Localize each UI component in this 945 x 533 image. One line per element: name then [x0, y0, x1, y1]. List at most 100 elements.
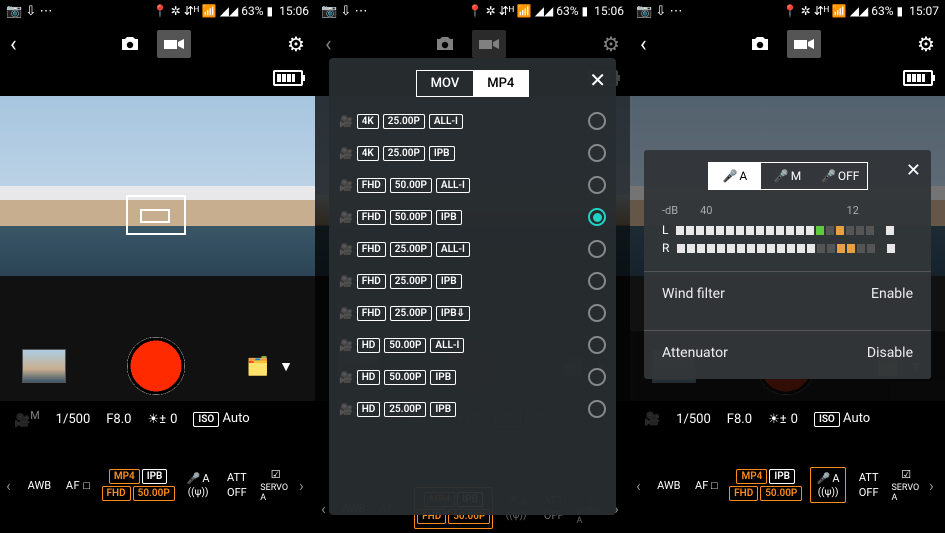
format-cell[interactable]: MP4IPB FHD50.00P — [729, 469, 802, 501]
audio-meter-right: R — [644, 239, 931, 257]
strip-right-arrow[interactable]: › — [929, 476, 939, 495]
settings-icon[interactable]: ⚙ — [602, 32, 620, 56]
format-option-row[interactable]: 🎥HD25.00PIPB — [335, 393, 610, 425]
aperture-value[interactable]: F8.0 — [727, 412, 752, 427]
shutter-speed[interactable]: 1/500 — [56, 412, 91, 427]
settings-icon[interactable]: ⚙ — [917, 32, 935, 56]
close-icon[interactable]: ✕ — [906, 160, 921, 181]
video-icon: 🎥 — [339, 339, 353, 352]
strip-left-arrow[interactable]: ‹ — [6, 476, 16, 495]
camera-battery-icon — [273, 70, 303, 86]
af-cell[interactable]: AF □ — [692, 479, 722, 492]
settings-icon[interactable]: ⚙ — [287, 32, 305, 56]
servo-af-cell[interactable]: ☑SERVO A — [891, 468, 921, 503]
video-icon: 🎥 — [339, 179, 353, 192]
format-res-pill: FHD — [357, 274, 386, 289]
photo-mode-button[interactable] — [428, 30, 462, 58]
af-cell[interactable]: AF □ — [63, 479, 94, 492]
format-radio[interactable] — [588, 208, 606, 226]
format-res-pill: HD — [357, 338, 381, 353]
status-right: 📍 ✲ ⇵ᴴ 📶 ◢◢ 63% ▮ 15:06 — [153, 4, 309, 18]
format-option-row[interactable]: 🎥FHD25.00PIPB — [335, 265, 610, 297]
back-icon[interactable]: ‹ — [325, 32, 332, 57]
format-option-row[interactable]: 🎥HD50.00PIPB — [335, 361, 610, 393]
format-cell[interactable]: MP4IPB FHD50.00P — [102, 469, 175, 501]
phone-panel-3: 📷 ⇩ ⋯ 📍 ✲ ⇵ᴴ 📶 ◢◢ 63% ▮ 15:07 ‹ ⚙ 🗂️▼ 🎥 … — [630, 0, 945, 533]
audio-mode-manual[interactable]: 🎤M — [761, 163, 814, 189]
format-option-row[interactable]: 🎥FHD25.00PALL-I — [335, 233, 610, 265]
iso-setting[interactable]: ISO Auto — [193, 411, 249, 427]
video-icon: 🎥 — [339, 211, 353, 224]
format-radio[interactable] — [588, 304, 606, 322]
photo-mode-button[interactable] — [113, 30, 147, 58]
camera-switch-group[interactable]: 🗂️ ▼ — [247, 356, 293, 377]
format-fps-pill: 25.00P — [390, 306, 432, 321]
back-icon[interactable]: ‹ — [10, 32, 17, 57]
format-option-row[interactable]: 🎥FHD50.00PIPB — [335, 201, 610, 233]
container-format-tabs: MOV MP4 — [416, 70, 530, 97]
servo-af-cell[interactable]: ☑ SERVO A — [260, 468, 291, 503]
format-option-row[interactable]: 🎥4K25.00PIPB — [335, 137, 610, 169]
audio-cell[interactable]: 🎤A ((ψ)) — [810, 467, 846, 503]
format-radio[interactable] — [588, 272, 606, 290]
camera-battery-icon — [903, 70, 933, 86]
format-res-pill: FHD — [357, 178, 386, 193]
attenuator-row[interactable]: Attenuator Disable — [644, 331, 931, 375]
wind-filter-row[interactable]: Wind filter Enable — [644, 272, 931, 316]
viewfinder[interactable] — [0, 96, 315, 276]
status-right-icons: 📍 ✲ ⇵ᴴ 📶 ◢◢ 63% ▮ — [153, 4, 273, 18]
tab-mp4[interactable]: MP4 — [473, 71, 528, 96]
format-radio[interactable] — [588, 144, 606, 162]
iso-setting[interactable]: ISO Auto — [814, 411, 870, 427]
audio-mode-off[interactable]: 🎤OFF — [814, 163, 867, 189]
exposure-info-bar: 🎥 1/500 F8.0 ☀±0 ISO Auto — [630, 401, 945, 437]
close-icon[interactable]: ✕ — [589, 68, 606, 92]
format-radio[interactable] — [588, 400, 606, 418]
video-mode-button[interactable] — [157, 30, 191, 58]
audio-mode-tabs: 🎤A 🎤M 🎤OFF — [708, 162, 868, 190]
attenuator-cell[interactable]: ATTOFF — [222, 471, 253, 499]
format-option-row[interactable]: 🎥FHD50.00PALL-I — [335, 169, 610, 201]
strip-left-arrow[interactable]: ‹ — [636, 476, 646, 495]
focus-frame-outer — [126, 195, 186, 235]
format-radio[interactable] — [588, 112, 606, 130]
wind-filter-icon: ((ψ)) — [188, 487, 209, 498]
format-radio[interactable] — [588, 336, 606, 354]
peak-indicator — [886, 226, 894, 235]
format-codec-pill: IPB — [429, 146, 455, 161]
back-icon[interactable]: ‹ — [640, 32, 647, 57]
camera-mode-indicator: 🎥M — [14, 409, 40, 428]
format-res-pill: FHD — [357, 210, 386, 225]
audio-cell[interactable]: 🎤A ((ψ)) — [183, 472, 214, 498]
video-icon: 🎥 — [339, 275, 353, 288]
record-button[interactable] — [127, 337, 185, 395]
format-option-row[interactable]: 🎥HD50.00PALL-I — [335, 329, 610, 361]
shutter-speed[interactable]: 1/500 — [676, 412, 711, 427]
video-mode-button[interactable] — [787, 30, 821, 58]
tab-mov[interactable]: MOV — [417, 71, 474, 96]
format-option-row[interactable]: 🎥4K25.00PALL-I — [335, 105, 610, 137]
format-option-list: 🎥4K25.00PALL-I🎥4K25.00PIPB🎥FHD50.00PALL-… — [329, 103, 616, 515]
photo-mode-button[interactable] — [743, 30, 777, 58]
attenuator-cell[interactable]: ATTOFF — [854, 471, 884, 499]
aperture-value[interactable]: F8.0 — [106, 412, 131, 427]
strip-right-arrow[interactable]: › — [299, 476, 309, 495]
app-header: ‹ ⚙ — [0, 22, 315, 66]
format-radio[interactable] — [588, 240, 606, 258]
format-codec-pill: ALL-I — [430, 338, 464, 353]
format-option-row[interactable]: 🎥FHD25.00PIPB⇩ — [335, 297, 610, 329]
format-radio[interactable] — [588, 176, 606, 194]
wb-cell[interactable]: AWB — [654, 479, 684, 492]
gallery-thumbnail[interactable] — [22, 349, 66, 383]
video-mode-button[interactable] — [472, 30, 506, 58]
audio-settings-overlay: ✕ 🎤A 🎤M 🎤OFF -dB 40 12 L R Wind f — [644, 150, 931, 379]
format-res-pill: FHD — [357, 306, 386, 321]
format-codec-pill: IPB⇩ — [436, 306, 470, 321]
exposure-comp[interactable]: ☀±0 — [768, 412, 798, 427]
format-radio[interactable] — [588, 368, 606, 386]
audio-mode-auto[interactable]: 🎤A — [709, 163, 762, 189]
wb-cell[interactable]: AWB — [24, 479, 55, 492]
video-icon: 🎥 — [339, 403, 353, 416]
exposure-comp[interactable]: ☀±0 — [147, 412, 177, 427]
format-codec-pill: ALL-I — [429, 114, 463, 129]
